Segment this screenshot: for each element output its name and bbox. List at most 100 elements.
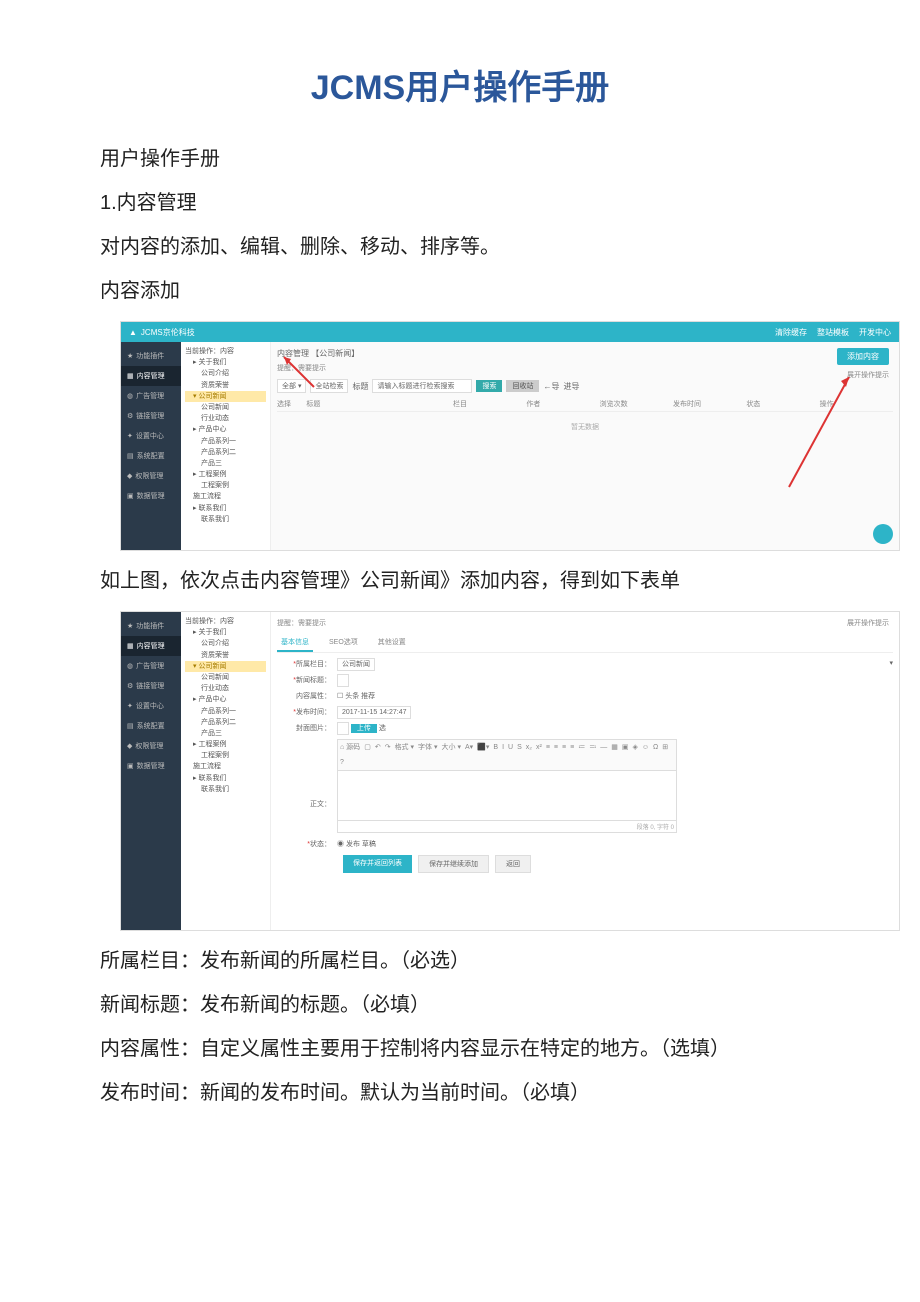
nav-perm[interactable]: ◆权限管理 xyxy=(121,736,181,756)
tree-item[interactable]: 产品系列一 xyxy=(185,706,266,717)
clear-cache-link[interactable]: 清除缓存 xyxy=(775,327,807,338)
align-icon[interactable]: ≡ xyxy=(546,742,550,753)
back-button[interactable]: 返回 xyxy=(495,855,531,873)
nav-ads[interactable]: ◍广告管理 xyxy=(121,386,181,406)
tree-item[interactable]: 联系我们 xyxy=(185,784,266,795)
nav-system[interactable]: ▤系统配置 xyxy=(121,446,181,466)
tree-item[interactable]: 公司新闻 xyxy=(185,672,266,683)
add-content-button[interactable]: 添加内容 xyxy=(837,348,889,365)
tree-item[interactable]: ▸ 产品中心 xyxy=(185,424,266,435)
tree-item[interactable]: ▸ 工程案例 xyxy=(185,469,266,480)
tab-seo[interactable]: SEO选项 xyxy=(325,634,362,652)
para-7: 新闻标题：发布新闻的标题。（必填） xyxy=(60,985,860,1025)
chat-icon[interactable] xyxy=(873,524,893,544)
format-sel[interactable]: 格式 ▾ xyxy=(395,742,414,753)
tree-item[interactable]: 公司新闻 xyxy=(185,402,266,413)
search-button[interactable]: 搜索 xyxy=(476,380,502,392)
prev-link[interactable]: ←导 xyxy=(543,381,559,392)
tree-item[interactable]: ▸ 关于我们 xyxy=(185,627,266,638)
nav-settings[interactable]: ✦设置中心 xyxy=(121,426,181,446)
tree-item[interactable]: 联系我们 xyxy=(185,514,266,525)
select-link[interactable]: 选 xyxy=(379,725,386,732)
tree-item[interactable]: ▸ 联系我们 xyxy=(185,503,266,514)
nav-data[interactable]: ▣数据管理 xyxy=(121,486,181,506)
tree-item[interactable]: ▸ 产品中心 xyxy=(185,694,266,705)
nav-content[interactable]: ▦内容管理 xyxy=(121,636,181,656)
tree-item[interactable]: 行业动态 xyxy=(185,683,266,694)
expand-hint[interactable]: 展开操作提示 xyxy=(847,370,889,380)
tree-item[interactable]: 产品三 xyxy=(185,728,266,739)
column-select[interactable]: 公司新闻 ▾ xyxy=(337,658,375,671)
time-input[interactable]: 2017-11-15 14:27:47 xyxy=(337,706,411,719)
tree-item[interactable]: ▸ 关于我们 xyxy=(185,357,266,368)
row-attr: 内容属性： ☐ 头条 推荐 xyxy=(277,691,893,701)
tree-item[interactable]: 行业动态 xyxy=(185,413,266,424)
attr-checkboxes[interactable]: ☐ 头条 推荐 xyxy=(337,693,375,700)
new-icon[interactable]: ▢ xyxy=(364,742,371,753)
hr-icon[interactable]: — xyxy=(600,742,607,753)
bgcolor-icon[interactable]: ⬛▾ xyxy=(477,742,489,753)
screenshot-add-form: ★功能插件 ▦内容管理 ◍广告管理 ⚙链接管理 ✦设置中心 ▤系统配置 ◆权限管… xyxy=(120,611,900,931)
image-icon[interactable]: ▣ xyxy=(622,742,629,753)
filter-select[interactable]: 全部 ▾ xyxy=(277,379,306,393)
tree-item[interactable]: 资质荣誉 xyxy=(185,380,266,391)
src-icon[interactable]: ⌂ 源码 xyxy=(340,742,360,753)
row-title: *新闻标题： xyxy=(277,675,893,685)
site-scope[interactable]: 全站检索 xyxy=(310,379,348,393)
tree-item[interactable]: ▸ 联系我们 xyxy=(185,773,266,784)
keyword-input[interactable]: 请输入标题进行检索搜索 xyxy=(372,379,472,393)
body-label: 正文： xyxy=(310,801,331,808)
save-continue-button[interactable]: 保存并继续添加 xyxy=(418,855,489,873)
tab-basic[interactable]: 基本信息 xyxy=(277,634,313,652)
nav-settings[interactable]: ✦设置中心 xyxy=(121,696,181,716)
row-time: *发布时间： 2017-11-15 14:27:47 xyxy=(277,707,893,717)
tree-item[interactable]: 产品三 xyxy=(185,458,266,469)
col-title: 标题 xyxy=(306,399,453,409)
nav-content[interactable]: ▦内容管理 xyxy=(121,366,181,386)
site-template-link[interactable]: 整站模板 xyxy=(817,327,849,338)
editor-body[interactable] xyxy=(337,771,677,821)
upload-button[interactable]: 上传 xyxy=(351,724,377,733)
table-icon[interactable]: ▦ xyxy=(611,742,618,753)
tree-item[interactable]: 资质荣誉 xyxy=(185,650,266,661)
font-sel[interactable]: 字体 ▾ xyxy=(418,742,437,753)
save-return-button[interactable]: 保存并返回列表 xyxy=(343,855,412,873)
tree-item[interactable]: 工程案例 xyxy=(185,750,266,761)
nav-plugins[interactable]: ★功能插件 xyxy=(121,616,181,636)
tree-item[interactable]: ▸ 工程案例 xyxy=(185,739,266,750)
editor-toolbar[interactable]: ⌂ 源码▢↶↷格式 ▾字体 ▾大小 ▾A▾⬛▾BIUSx₂x²≡≡≡≡≔≕—▦▣… xyxy=(337,739,677,771)
recycle-button[interactable]: 回收站 xyxy=(506,380,539,392)
tree-item-selected[interactable]: ▾ 公司新闻 xyxy=(185,391,266,402)
undo-icon[interactable]: ↶ xyxy=(375,742,381,753)
redo-icon[interactable]: ↷ xyxy=(385,742,391,753)
status-radios[interactable]: ◉ 发布 草稿 xyxy=(337,841,376,848)
dev-center-link[interactable]: 开发中心 xyxy=(859,327,891,338)
tree-item[interactable]: 工程案例 xyxy=(185,480,266,491)
color-icon[interactable]: A▾ xyxy=(465,742,473,753)
expand-hint-2[interactable]: 展开操作提示 xyxy=(847,618,889,628)
tree-item[interactable]: 施工流程 xyxy=(185,491,266,502)
shield-icon: ◆ xyxy=(127,472,132,480)
nav-perm[interactable]: ◆权限管理 xyxy=(121,466,181,486)
tree-item-selected[interactable]: ▾ 公司新闻 xyxy=(185,661,266,672)
left-nav: ★功能插件 ▦内容管理 ◍广告管理 ⚙链接管理 ✦设置中心 ▤系统配置 ◆权限管… xyxy=(121,342,181,550)
tree-item[interactable]: 产品系列一 xyxy=(185,436,266,447)
nav-data[interactable]: ▣数据管理 xyxy=(121,756,181,776)
tree-item[interactable]: 施工流程 xyxy=(185,761,266,772)
size-sel[interactable]: 大小 ▾ xyxy=(442,742,461,753)
tree-item[interactable]: 产品系列二 xyxy=(185,447,266,458)
tab-other[interactable]: 其他设置 xyxy=(374,634,410,652)
title-input[interactable] xyxy=(337,674,349,687)
tree-item[interactable]: 公司介绍 xyxy=(185,638,266,649)
next-link[interactable]: 进导 xyxy=(563,381,579,392)
nav-plugins[interactable]: ★功能插件 xyxy=(121,346,181,366)
list-icon[interactable]: ≔ xyxy=(578,742,585,753)
tree-item[interactable]: 公司介绍 xyxy=(185,368,266,379)
cover-input[interactable] xyxy=(337,722,349,735)
tree-item[interactable]: 产品系列二 xyxy=(185,717,266,728)
nav-system[interactable]: ▤系统配置 xyxy=(121,716,181,736)
bold-icon[interactable]: B xyxy=(493,742,498,753)
nav-links[interactable]: ⚙链接管理 xyxy=(121,676,181,696)
nav-ads[interactable]: ◍广告管理 xyxy=(121,656,181,676)
nav-links[interactable]: ⚙链接管理 xyxy=(121,406,181,426)
